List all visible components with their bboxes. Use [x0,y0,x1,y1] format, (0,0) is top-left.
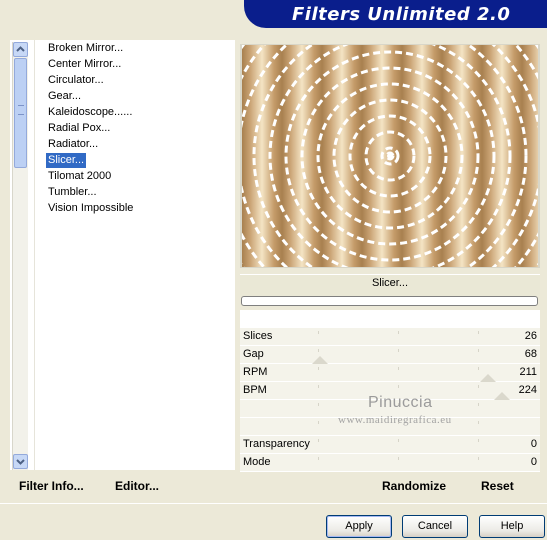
parameter-label: Slices [243,330,273,342]
filter-list-item[interactable]: Slicer... [46,153,87,168]
reset-button[interactable]: Reset [481,479,514,493]
parameter-label: BPM [243,384,267,396]
filter-list-item[interactable]: Radiator... [46,137,100,152]
apply-button[interactable]: Apply [326,515,392,538]
slider-tick [478,421,479,424]
slider-handle[interactable] [494,392,510,400]
cancel-button[interactable]: Cancel [402,515,468,538]
parameter-label: Mode [243,456,271,468]
parameter-value: 0 [530,456,537,468]
slider-tick [318,403,319,406]
slider-handle[interactable] [312,356,328,364]
parameter-value: 26 [524,330,537,342]
filter-list-item[interactable]: Center Mirror... [46,57,123,72]
slider-tick [398,457,399,460]
filter-list-item[interactable]: Kaleidoscope...... [46,105,134,120]
selected-filter-name: Slicer... [371,277,409,289]
parameter-value: 0 [530,438,537,450]
filter-list-item[interactable]: Radial Pox... [46,121,112,136]
slider-tick [318,349,319,352]
slider-tick [478,385,479,388]
filter-info-button[interactable]: Filter Info... [19,479,84,493]
parameter-label: Gap [243,348,264,360]
slider-tick [318,331,319,334]
slider-tick [398,367,399,370]
filter-list-item[interactable]: Circulator... [46,73,106,88]
chevron-up-icon [16,46,25,52]
slider-tick [478,331,479,334]
parameter-value: 211 [519,366,537,378]
parameter-label: Transparency [243,438,310,450]
slider-tick [318,421,319,424]
preview-image [242,45,538,267]
slider-tick [398,349,399,352]
parameter-value: 68 [524,348,537,360]
filter-list-item[interactable]: Tilomat 2000 [46,169,113,184]
slider-tick [318,367,319,370]
progress-bar [241,296,538,306]
slider-tick [478,439,479,442]
slider-tick [398,331,399,334]
list-divider [34,40,35,470]
scroll-thumb[interactable] [14,58,27,168]
app-title: Filters Unlimited 2.0 [292,4,511,25]
slider-tick [478,367,479,370]
scroll-up-button[interactable] [13,42,28,57]
slider-tick [318,457,319,460]
parameter-value: 224 [518,384,537,396]
button-divider [0,503,547,504]
randomize-button[interactable]: Randomize [382,479,446,493]
scroll-down-button[interactable] [13,454,28,469]
watermark-name: Pinuccia [368,394,433,411]
watermark-url: www.maidiregrafica.eu [338,414,452,426]
help-button[interactable]: Help [479,515,545,538]
slider-tick [318,439,319,442]
slider-tick [478,457,479,460]
filter-list-item[interactable]: Gear... [46,89,83,104]
filter-list-item[interactable]: Vision Impossible [46,201,135,216]
filter-list-scrollbar[interactable] [12,42,28,470]
slider-tick [318,385,319,388]
scroll-grip [18,105,24,115]
parameter-label: RPM [243,366,268,378]
slider-handle[interactable] [480,374,496,382]
slider-tick [398,439,399,442]
slider-tick [478,403,479,406]
editor-button[interactable]: Editor... [115,479,159,493]
filter-list-item[interactable]: Tumbler... [46,185,99,200]
slider-tick [478,349,479,352]
parameter-row[interactable] [240,328,540,346]
filter-list-item[interactable]: Broken Mirror... [46,41,125,56]
slider-tick [398,385,399,388]
preview-center-dot [385,151,395,161]
parameter-row[interactable] [240,346,540,364]
parameter-row[interactable] [240,454,540,472]
chevron-down-icon [16,459,25,465]
